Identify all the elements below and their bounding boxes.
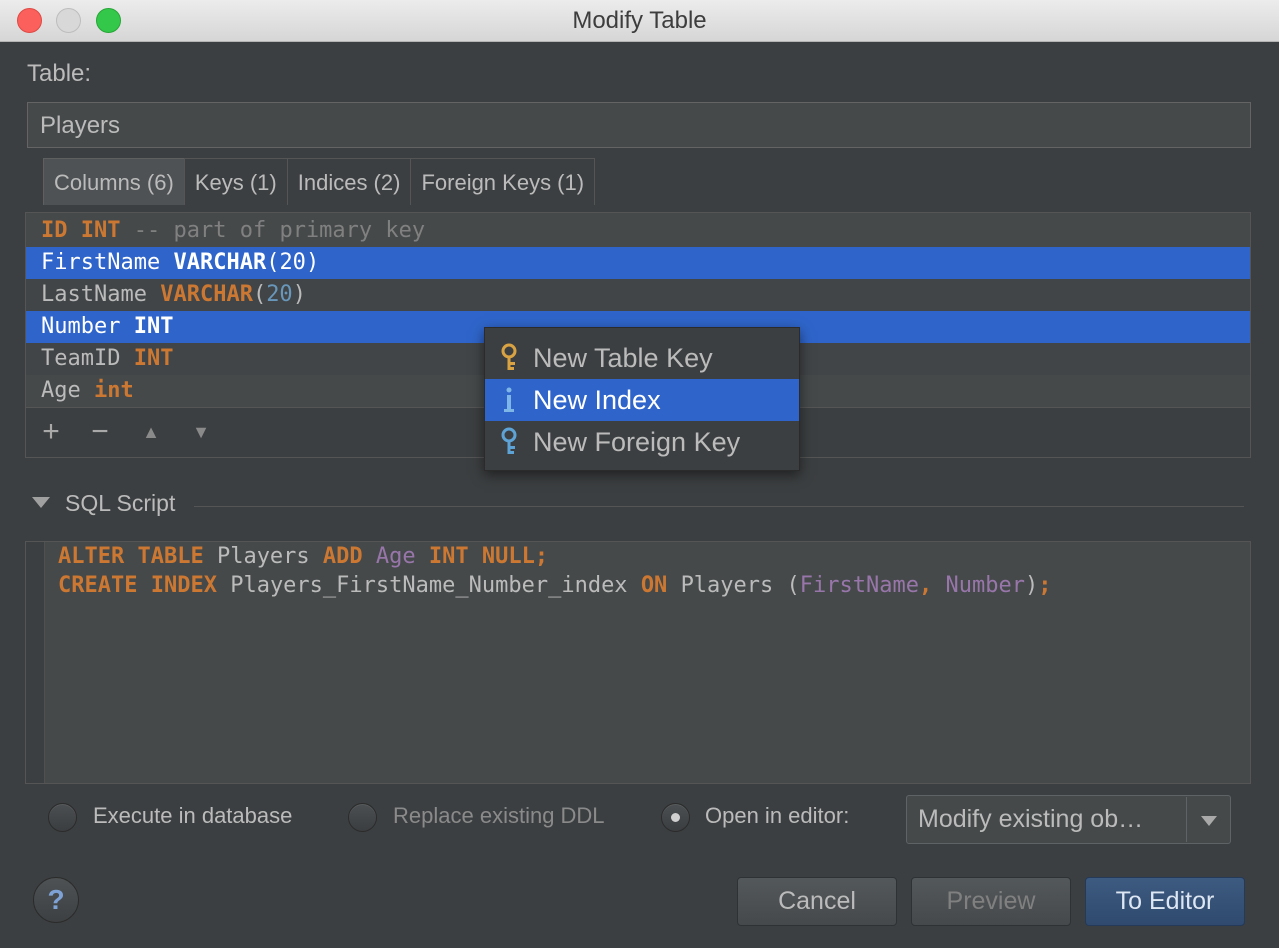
sql-script-title: SQL Script	[65, 490, 176, 516]
tab-foreign-keys[interactable]: Foreign Keys (1)	[410, 158, 596, 205]
table-name-input[interactable]: Players	[27, 102, 1251, 148]
foreign-key-icon	[501, 427, 517, 454]
column-row-lastname[interactable]: LastName VARCHAR(20)	[26, 279, 1250, 311]
sql-script-editor[interactable]: ALTER TABLE Players ADD Age INT NULL; CR…	[25, 541, 1251, 784]
tab-keys[interactable]: Keys (1)	[183, 158, 288, 205]
section-divider	[194, 506, 1244, 507]
key-icon	[501, 343, 517, 370]
remove-column-button[interactable]: −	[83, 412, 117, 452]
move-down-button[interactable]: ▼	[184, 412, 218, 452]
chevron-down-icon[interactable]	[1201, 816, 1217, 826]
window-title: Modify Table	[572, 7, 707, 34]
editor-mode-dropdown[interactable]: Modify existing ob…	[906, 795, 1231, 844]
editor-gutter	[26, 542, 45, 783]
index-icon	[504, 387, 514, 412]
open-in-editor-label[interactable]: Open in editor:	[705, 803, 849, 829]
new-table-key-menu-item[interactable]: New Table Key	[485, 337, 799, 379]
open-in-editor-radio[interactable]	[661, 803, 690, 832]
help-button[interactable]: ?	[33, 877, 79, 923]
move-up-button[interactable]: ▲	[134, 412, 168, 452]
title-bar: Modify Table	[0, 0, 1279, 42]
execute-in-database-label[interactable]: Execute in database	[93, 803, 292, 829]
new-foreign-key-menu-item[interactable]: New Foreign Key	[485, 421, 799, 463]
execute-in-database-radio[interactable]	[48, 803, 77, 832]
sql-script-header[interactable]: SQL Script	[32, 488, 1244, 522]
tab-indices[interactable]: Indices (2)	[286, 158, 412, 205]
sql-line-1: ALTER TABLE Players ADD Age INT NULL;	[58, 544, 549, 569]
context-menu: New Table Key New Index New Foreign Key	[484, 327, 800, 471]
dropdown-separator	[1186, 797, 1187, 842]
cancel-button[interactable]: Cancel	[737, 877, 897, 926]
editor-mode-value: Modify existing ob…	[918, 805, 1144, 833]
sql-line-2: CREATE INDEX Players_FirstName_Number_in…	[58, 573, 1052, 598]
add-column-button[interactable]: +	[34, 412, 68, 452]
column-row-id[interactable]: ID INT -- part of primary key	[26, 215, 1250, 247]
collapse-triangle-icon[interactable]	[32, 497, 50, 508]
preview-button[interactable]: Preview	[911, 877, 1071, 926]
tab-bar: Columns (6) Keys (1) Indices (2) Foreign…	[43, 158, 596, 205]
replace-existing-ddl-label[interactable]: Replace existing DDL	[393, 803, 605, 829]
to-editor-button[interactable]: To Editor	[1085, 877, 1245, 926]
new-index-menu-item[interactable]: New Index	[485, 379, 799, 421]
column-row-firstname[interactable]: FirstName VARCHAR(20)	[26, 247, 1250, 279]
replace-existing-ddl-radio[interactable]	[348, 803, 377, 832]
tab-columns[interactable]: Columns (6)	[43, 158, 185, 205]
table-label: Table:	[27, 60, 92, 87]
